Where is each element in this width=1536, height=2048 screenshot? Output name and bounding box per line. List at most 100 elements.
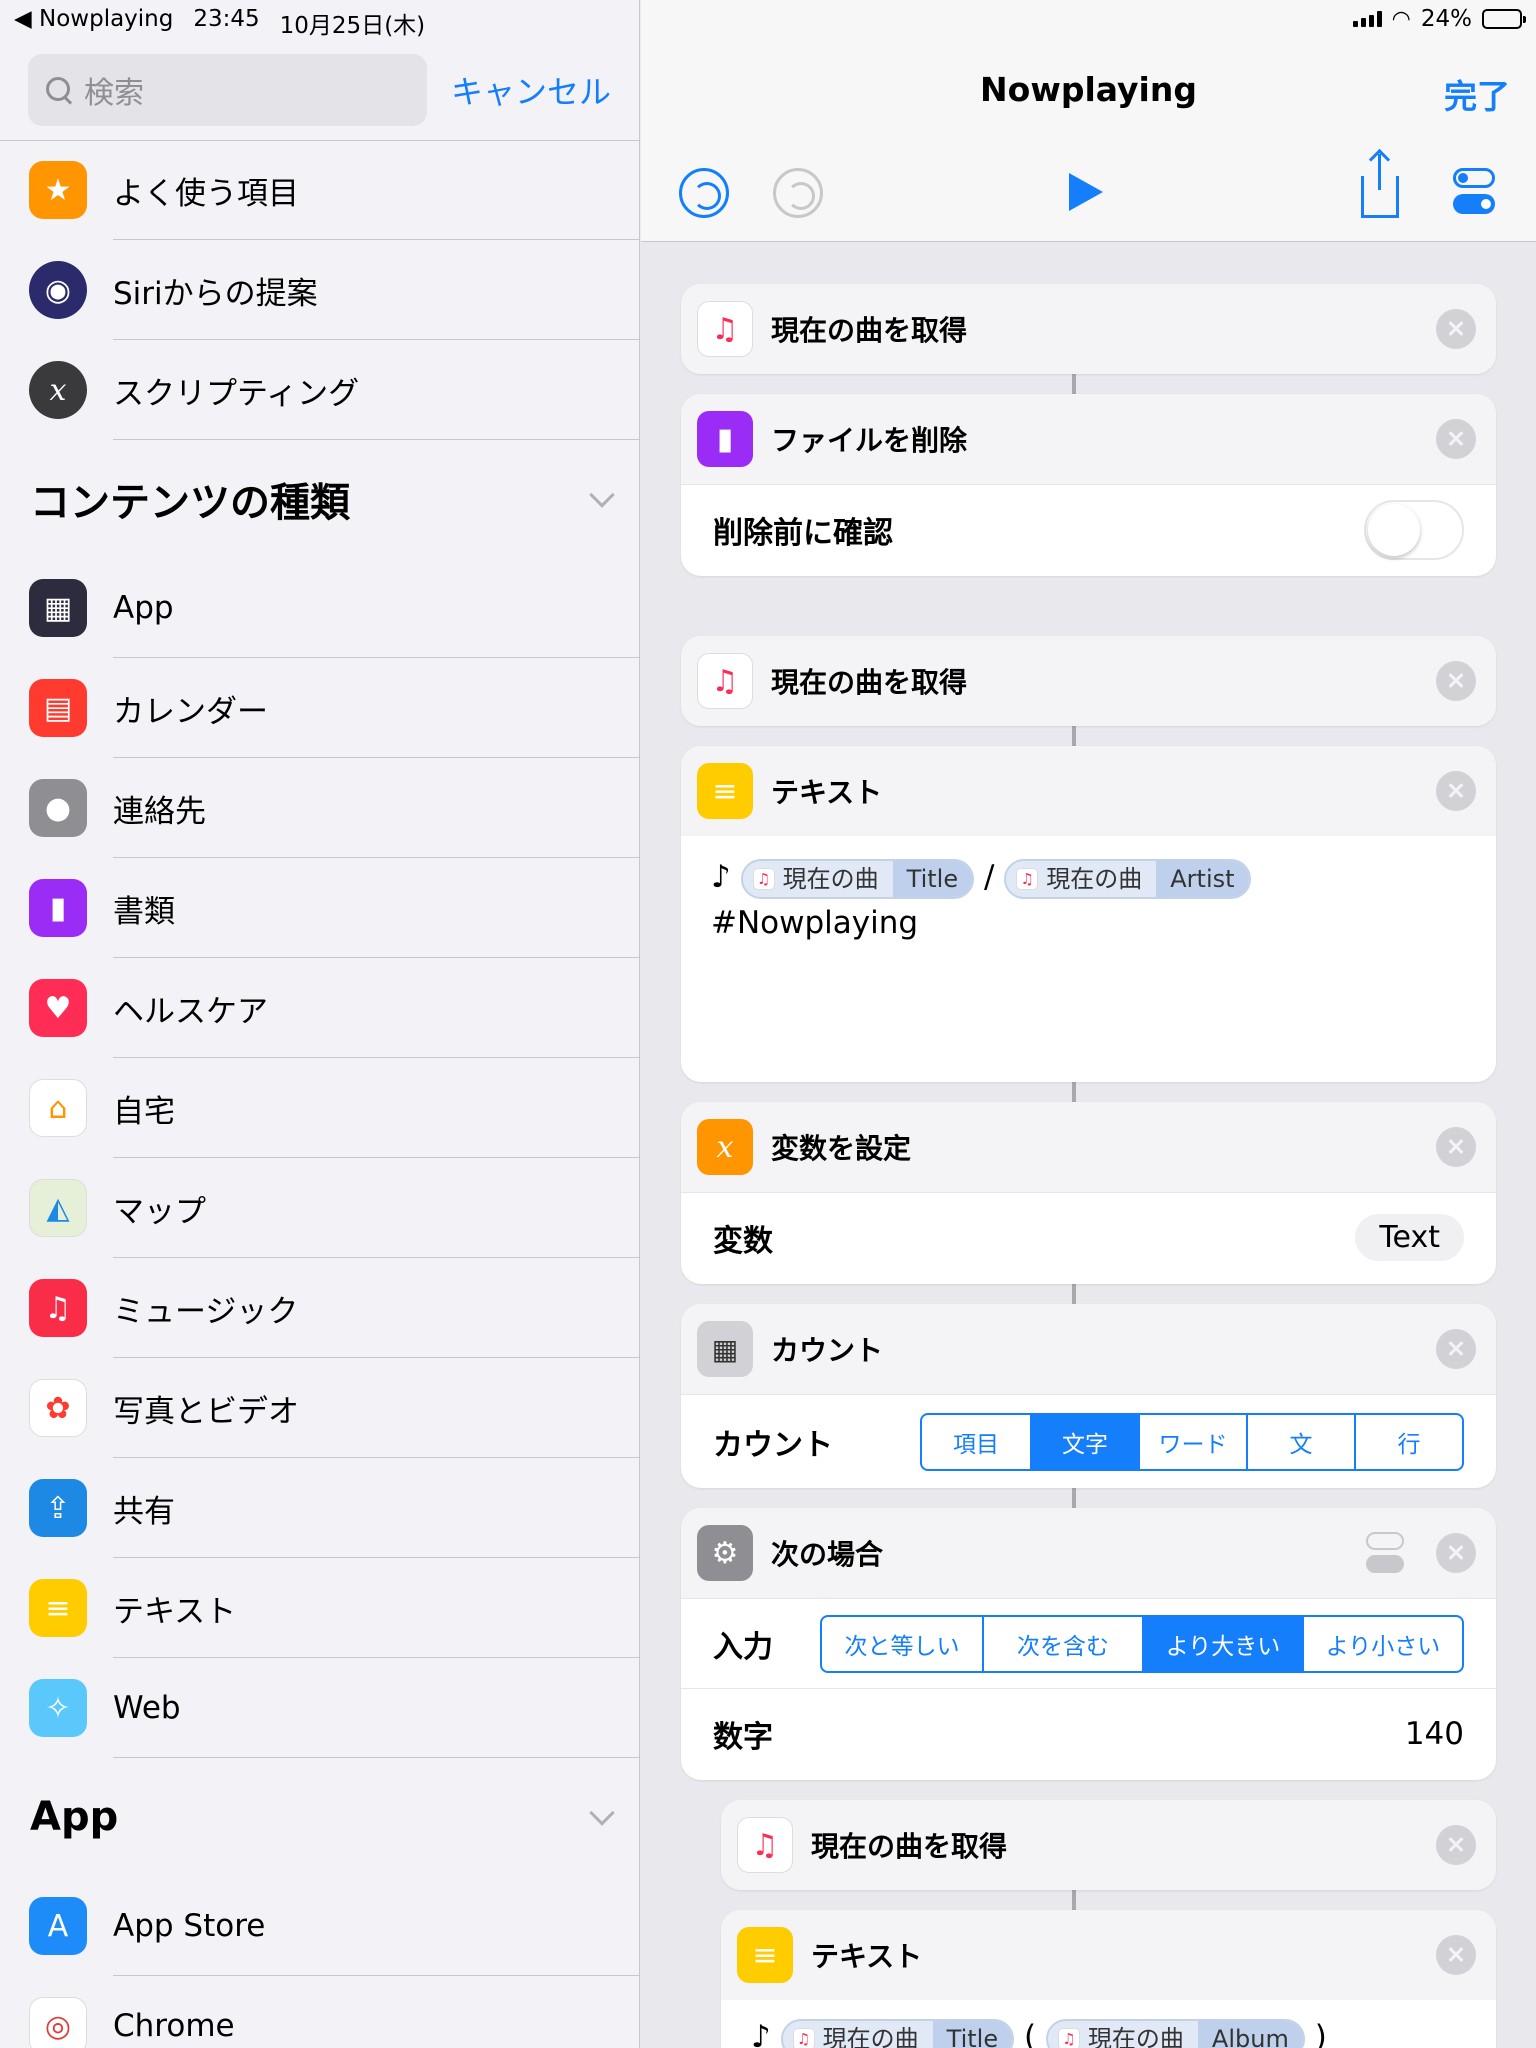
- action-count[interactable]: ▦ カウント カウント 項目 文字 ワード文行: [681, 1304, 1496, 1488]
- sidebar: 検索 キャンセル ★ よく使う項目 ◉ Siriからの提案 x スクリプティング コンテン…: [0, 0, 640, 2048]
- document-icon: ▮: [697, 411, 753, 467]
- confirm-label: 削除前に確認: [713, 515, 893, 551]
- variable-token[interactable]: ♫ 現在の曲 Title: [780, 2018, 1015, 2048]
- sidebar-item[interactable]: ▦ App: [0, 558, 639, 658]
- close-icon[interactable]: [1436, 1533, 1476, 1573]
- music-icon: ♫: [1016, 867, 1039, 890]
- sidebar-item[interactable]: ✿ 写真とビデオ: [0, 1358, 639, 1458]
- note-glyph: ♪: [711, 859, 731, 895]
- variable-token[interactable]: ♫ 現在の曲 Title: [740, 858, 975, 899]
- segment-option[interactable]: 次を含む: [982, 1616, 1142, 1671]
- action-delete-file[interactable]: ▮ ファイルを削除 削除前に確認: [681, 394, 1496, 576]
- sidebar-item-label: テキスト: [113, 1593, 237, 1630]
- segment-option[interactable]: ワード: [1138, 1414, 1246, 1469]
- sidebar-item[interactable]: ▮ 書類: [0, 858, 639, 958]
- status-bar-right: ◠ 24%: [1352, 6, 1526, 32]
- done-button[interactable]: 完了: [1444, 70, 1510, 118]
- paren-text: ): [1314, 2019, 1327, 2048]
- section-title: コンテンツの種類: [30, 480, 350, 526]
- music-icon: ♫: [1057, 2027, 1080, 2048]
- sidebar-item[interactable]: ✧ Web: [0, 1658, 639, 1758]
- note-glyph: ♪: [751, 2019, 771, 2048]
- cancel-button[interactable]: キャンセル: [451, 67, 611, 113]
- action-title: テキスト: [811, 1940, 923, 1973]
- segment-option[interactable]: 次と等しい: [822, 1617, 982, 1671]
- sidebar-item[interactable]: A App Store: [0, 1876, 639, 1976]
- sidebar-item-label: 自宅: [113, 1093, 175, 1130]
- action-get-current-song[interactable]: ♫ 現在の曲を取得: [721, 1800, 1496, 1890]
- music-icon: ♫: [737, 1817, 793, 1873]
- close-icon[interactable]: [1436, 419, 1476, 459]
- siri-icon: ◉: [29, 261, 87, 319]
- share-icon[interactable]: [1361, 154, 1399, 218]
- connector-line: [1072, 1488, 1076, 1508]
- token-label: 現在の曲: [1087, 2024, 1184, 2048]
- action-get-current-song[interactable]: ♫ 現在の曲を取得: [681, 636, 1496, 726]
- shortcut-title: Nowplaying: [980, 70, 1197, 109]
- sidebar-item-label: Chrome: [113, 2008, 235, 2044]
- section-header-content-types[interactable]: コンテンツの種類: [0, 440, 639, 558]
- segment-option[interactable]: より大きい: [1142, 1616, 1302, 1671]
- variable-token[interactable]: ♫ 現在の曲 Artist: [1004, 858, 1251, 899]
- music-icon: ♫: [697, 301, 753, 357]
- map-icon: ◭: [29, 1179, 87, 1237]
- undo-icon[interactable]: [679, 168, 729, 218]
- search-input[interactable]: 検索: [28, 54, 427, 126]
- close-icon[interactable]: [1436, 1935, 1476, 1975]
- sidebar-item-label: Web: [113, 1690, 181, 1726]
- sidebar-item[interactable]: ♥ ヘルスケア: [0, 958, 639, 1058]
- sidebar-item-label: マップ: [113, 1193, 206, 1230]
- variable-name-field[interactable]: Text: [1355, 1214, 1464, 1261]
- connector-line: [1072, 1890, 1076, 1910]
- sidebar-item[interactable]: ⇪ 共有: [0, 1458, 639, 1558]
- segment-option[interactable]: 文: [1246, 1414, 1354, 1469]
- calendar-icon: ▤: [29, 679, 87, 737]
- settings-toggle-icon[interactable]: [1453, 168, 1497, 218]
- text-field[interactable]: ♪ ♫ 現在の曲 Title ( ♫ 現在の曲 Album ): [721, 2000, 1496, 2048]
- home-icon: ⌂: [29, 1079, 87, 1137]
- sidebar-item[interactable]: ● 連絡先: [0, 758, 639, 858]
- section-header-app[interactable]: App: [0, 1758, 639, 1876]
- sidebar-item[interactable]: ▤ カレンダー: [0, 658, 639, 758]
- segment-option[interactable]: 項目: [922, 1415, 1030, 1469]
- segment-option[interactable]: 行: [1354, 1414, 1462, 1469]
- sidebar-item[interactable]: ♫ ミュージック: [0, 1258, 639, 1358]
- sidebar-item[interactable]: x スクリプティング: [0, 340, 639, 440]
- confirm-toggle[interactable]: [1364, 499, 1464, 560]
- action-text[interactable]: ≡ テキスト ♪ ♫ 現在の曲 Title / ♫ 現在の曲 Artist #Now…: [681, 746, 1496, 1082]
- sidebar-item-label: App: [113, 590, 174, 626]
- action-get-current-song[interactable]: ♫ 現在の曲を取得: [681, 284, 1496, 374]
- sidebar-item[interactable]: ★ よく使う項目: [0, 140, 639, 240]
- sidebar-item[interactable]: ◭ マップ: [0, 1158, 639, 1258]
- sidebar-item[interactable]: ◉ Siriからの提案: [0, 240, 639, 340]
- variable-token[interactable]: ♫ 現在の曲 Album: [1045, 2018, 1305, 2048]
- settings-toggle-icon[interactable]: [1366, 1532, 1406, 1576]
- count-type-segmented-control[interactable]: 項目 文字 ワード文行: [920, 1412, 1464, 1471]
- search-row: 検索 キャンセル: [28, 54, 611, 126]
- sidebar-item[interactable]: ⌂ 自宅: [0, 1058, 639, 1158]
- back-to-app-link[interactable]: ◀ Nowplaying: [14, 6, 173, 40]
- redo-icon[interactable]: [773, 168, 823, 218]
- segment-option[interactable]: より小さい: [1302, 1616, 1462, 1671]
- sidebar-item[interactable]: ≡ テキスト: [0, 1558, 639, 1658]
- close-icon[interactable]: [1436, 661, 1476, 701]
- close-icon[interactable]: [1436, 1825, 1476, 1865]
- action-set-variable[interactable]: x 変数を設定 変数 Text: [681, 1102, 1496, 1284]
- share-icon: ⇪: [29, 1479, 87, 1537]
- sidebar-item[interactable]: ◎ Chrome: [0, 1976, 639, 2048]
- segment-option[interactable]: 文字: [1030, 1414, 1138, 1469]
- play-icon[interactable]: [1069, 173, 1103, 211]
- text-field[interactable]: ♪ ♫ 現在の曲 Title / ♫ 現在の曲 Artist #Nowplaying: [681, 836, 1496, 964]
- action-text[interactable]: ≡ テキスト ♪ ♫ 現在の曲 Title ( ♫ 現在の曲 Album ): [721, 1910, 1496, 2048]
- close-icon[interactable]: [1436, 1329, 1476, 1369]
- close-icon[interactable]: [1436, 309, 1476, 349]
- close-icon[interactable]: [1436, 1127, 1476, 1167]
- sidebar-item-label: ヘルスケア: [113, 993, 268, 1030]
- condition-segmented-control[interactable]: 次と等しい 次を含む より大きい より小さい: [820, 1614, 1464, 1673]
- sidebar-list: ★ よく使う項目 ◉ Siriからの提案 x スクリプティング コンテンツの種類 ▦ App…: [0, 140, 639, 2048]
- wifi-icon: ◠: [1391, 6, 1411, 32]
- number-field[interactable]: 140: [1405, 1716, 1464, 1752]
- cellular-signal-icon: [1352, 11, 1382, 27]
- action-if[interactable]: ⚙ 次の場合 入力 次と等しい 次を含む より大きい より小さい 数字 140: [681, 1508, 1496, 1780]
- close-icon[interactable]: [1436, 771, 1476, 811]
